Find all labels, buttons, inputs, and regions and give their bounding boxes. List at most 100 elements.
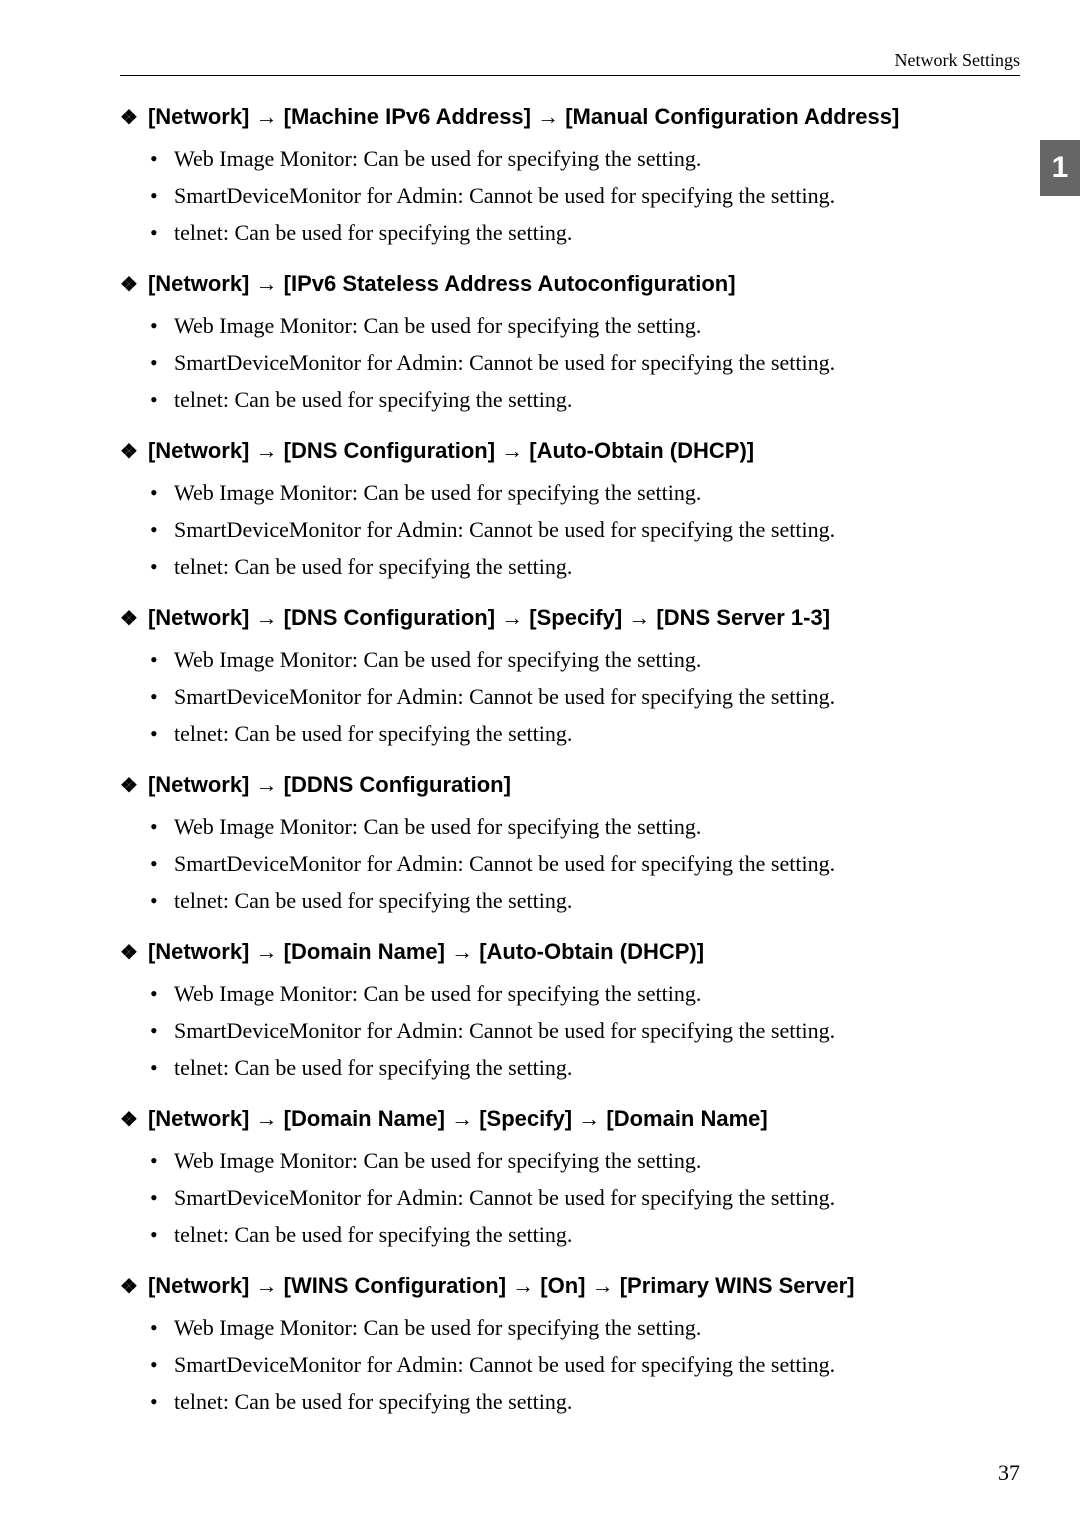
- title-part: [Network]: [148, 939, 249, 964]
- section: ❖ [Network] → [Domain Name] → [Specify] →…: [120, 1106, 1020, 1251]
- list-item: Web Image Monitor: Can be used for speci…: [174, 309, 1020, 342]
- list-item: telnet: Can be used for specifying the s…: [174, 383, 1020, 416]
- bullet-list: Web Image Monitor: Can be used for speci…: [120, 810, 1020, 917]
- diamond-icon: ❖: [120, 773, 138, 798]
- section: ❖ [Network] → [IPv6 Stateless Address Aut…: [120, 271, 1020, 416]
- bullet-list: Web Image Monitor: Can be used for speci…: [120, 1144, 1020, 1251]
- section-title: ❖ [Network] → [WINS Configuration] → [On]…: [120, 1273, 1020, 1299]
- title-part: [Domain Name]: [606, 1106, 767, 1131]
- title-part: [Domain Name]: [284, 1106, 445, 1131]
- title-part: [Machine IPv6 Address]: [284, 104, 531, 129]
- section-title: ❖[Network] → [Machine IPv6 Address] → [M…: [120, 104, 1020, 130]
- page-number: 37: [998, 1460, 1020, 1486]
- list-item: SmartDeviceMonitor for Admin: Cannot be …: [174, 1181, 1020, 1214]
- list-item: Web Image Monitor: Can be used for speci…: [174, 142, 1020, 175]
- arrow-icon: →: [445, 1106, 479, 1131]
- list-item: telnet: Can be used for specifying the s…: [174, 550, 1020, 583]
- header: Network Settings: [120, 50, 1020, 76]
- diamond-icon: ❖: [120, 1107, 138, 1132]
- arrow-icon: →: [249, 939, 283, 964]
- arrow-icon: →: [495, 605, 529, 630]
- section-title-text: [Network] → [IPv6 Stateless Address Auto…: [148, 271, 736, 297]
- title-part: [WINS Configuration]: [284, 1273, 506, 1298]
- list-item: Web Image Monitor: Can be used for speci…: [174, 1144, 1020, 1177]
- title-part: [Specify]: [479, 1106, 572, 1131]
- section: ❖ [Network] → [Domain Name] → [Auto-Obtai…: [120, 939, 1020, 1084]
- title-part: [Manual Configuration Address]: [565, 104, 899, 129]
- list-item: SmartDeviceMonitor for Admin: Cannot be …: [174, 1348, 1020, 1381]
- title-part: [Auto-Obtain (DHCP)]: [479, 939, 704, 964]
- section-title-text: [Network] → [DDNS Configuration]: [148, 772, 511, 798]
- diamond-icon: ❖: [120, 940, 138, 965]
- title-part: [DDNS Configuration]: [284, 772, 511, 797]
- diamond-icon: ❖: [120, 439, 138, 464]
- arrow-icon: →: [585, 1273, 619, 1298]
- list-item: SmartDeviceMonitor for Admin: Cannot be …: [174, 1014, 1020, 1047]
- bullet-list: Web Image Monitor: Can be used for speci…: [120, 977, 1020, 1084]
- bullet-list: Web Image Monitor: Can be used for speci…: [120, 643, 1020, 750]
- list-item: Web Image Monitor: Can be used for speci…: [174, 810, 1020, 843]
- title-part: [DNS Configuration]: [284, 605, 495, 630]
- section: ❖ [Network] → [DNS Configuration] → [Auto…: [120, 438, 1020, 583]
- title-part: [Network]: [148, 271, 249, 296]
- diamond-icon: ❖: [120, 272, 138, 297]
- title-part: [DNS Configuration]: [284, 438, 495, 463]
- title-part: [DNS Server 1-3]: [656, 605, 830, 630]
- breadcrumb: Network Settings: [895, 50, 1021, 70]
- arrow-icon: →: [249, 605, 283, 630]
- list-item: Web Image Monitor: Can be used for speci…: [174, 476, 1020, 509]
- arrow-icon: →: [249, 1273, 283, 1298]
- bullet-list: Web Image Monitor: Can be used for speci…: [120, 1311, 1020, 1418]
- chapter-tab: 1: [1040, 140, 1080, 196]
- diamond-icon: ❖: [120, 105, 138, 130]
- title-part: [IPv6 Stateless Address Autoconfiguratio…: [284, 271, 736, 296]
- section-title: ❖ [Network] → [DNS Configuration] → [Spec…: [120, 605, 1020, 631]
- arrow-icon: →: [572, 1106, 606, 1131]
- title-part: [Network]: [148, 605, 249, 630]
- list-item: Web Image Monitor: Can be used for speci…: [174, 643, 1020, 676]
- list-item: Web Image Monitor: Can be used for speci…: [174, 1311, 1020, 1344]
- list-item: SmartDeviceMonitor for Admin: Cannot be …: [174, 179, 1020, 212]
- section-title-text: [Network] → [Domain Name] → [Specify] → …: [148, 1106, 768, 1132]
- section: ❖[Network] → [Machine IPv6 Address] → [M…: [120, 104, 1020, 249]
- title-part: [Auto-Obtain (DHCP)]: [529, 438, 754, 463]
- section: ❖ [Network] → [DDNS Configuration] Web Ima…: [120, 772, 1020, 917]
- section-title: ❖ [Network] → [IPv6 Stateless Address Aut…: [120, 271, 1020, 297]
- section-title: ❖ [Network] → [Domain Name] → [Auto-Obtai…: [120, 939, 1020, 965]
- list-item: SmartDeviceMonitor for Admin: Cannot be …: [174, 513, 1020, 546]
- title-part: [Specify]: [529, 605, 622, 630]
- section-title-text: [Network] → [DNS Configuration] → [Speci…: [148, 605, 830, 631]
- list-item: SmartDeviceMonitor for Admin: Cannot be …: [174, 847, 1020, 880]
- list-item: telnet: Can be used for specifying the s…: [174, 1051, 1020, 1084]
- chapter-number: 1: [1052, 151, 1069, 185]
- section-title-text: [Network] → [Domain Name] → [Auto-Obtain…: [148, 939, 704, 965]
- bullet-list: Web Image Monitor: Can be used for speci…: [120, 476, 1020, 583]
- section-title-text: [Network] → [DNS Configuration] → [Auto-…: [148, 438, 754, 464]
- arrow-icon: →: [249, 104, 283, 129]
- arrow-icon: →: [495, 438, 529, 463]
- title-part: [Primary WINS Server]: [620, 1273, 855, 1298]
- title-part: [On]: [540, 1273, 585, 1298]
- arrow-icon: →: [249, 438, 283, 463]
- arrow-icon: →: [445, 939, 479, 964]
- arrow-icon: →: [622, 605, 656, 630]
- title-part: [Network]: [148, 772, 249, 797]
- arrow-icon: →: [249, 271, 283, 296]
- list-item: telnet: Can be used for specifying the s…: [174, 216, 1020, 249]
- section: ❖ [Network] → [WINS Configuration] → [On]…: [120, 1273, 1020, 1418]
- list-item: Web Image Monitor: Can be used for speci…: [174, 977, 1020, 1010]
- arrow-icon: →: [249, 1106, 283, 1131]
- content-area: ❖ [Network] → [Machine IPv6 Address] → [M…: [120, 104, 1020, 1418]
- title-part: [Network]: [148, 1106, 249, 1131]
- diamond-icon: ❖: [120, 606, 138, 631]
- list-item: SmartDeviceMonitor for Admin: Cannot be …: [174, 680, 1020, 713]
- list-item: telnet: Can be used for specifying the s…: [174, 717, 1020, 750]
- title-part: [Network]: [148, 1273, 249, 1298]
- diamond-icon: ❖: [120, 1274, 138, 1299]
- list-item: SmartDeviceMonitor for Admin: Cannot be …: [174, 346, 1020, 379]
- arrow-icon: →: [249, 772, 283, 797]
- bullet-list: Web Image Monitor: Can be used for speci…: [120, 142, 1020, 249]
- arrow-icon: →: [506, 1273, 540, 1298]
- bullet-list: Web Image Monitor: Can be used for speci…: [120, 309, 1020, 416]
- title-part: [Domain Name]: [284, 939, 445, 964]
